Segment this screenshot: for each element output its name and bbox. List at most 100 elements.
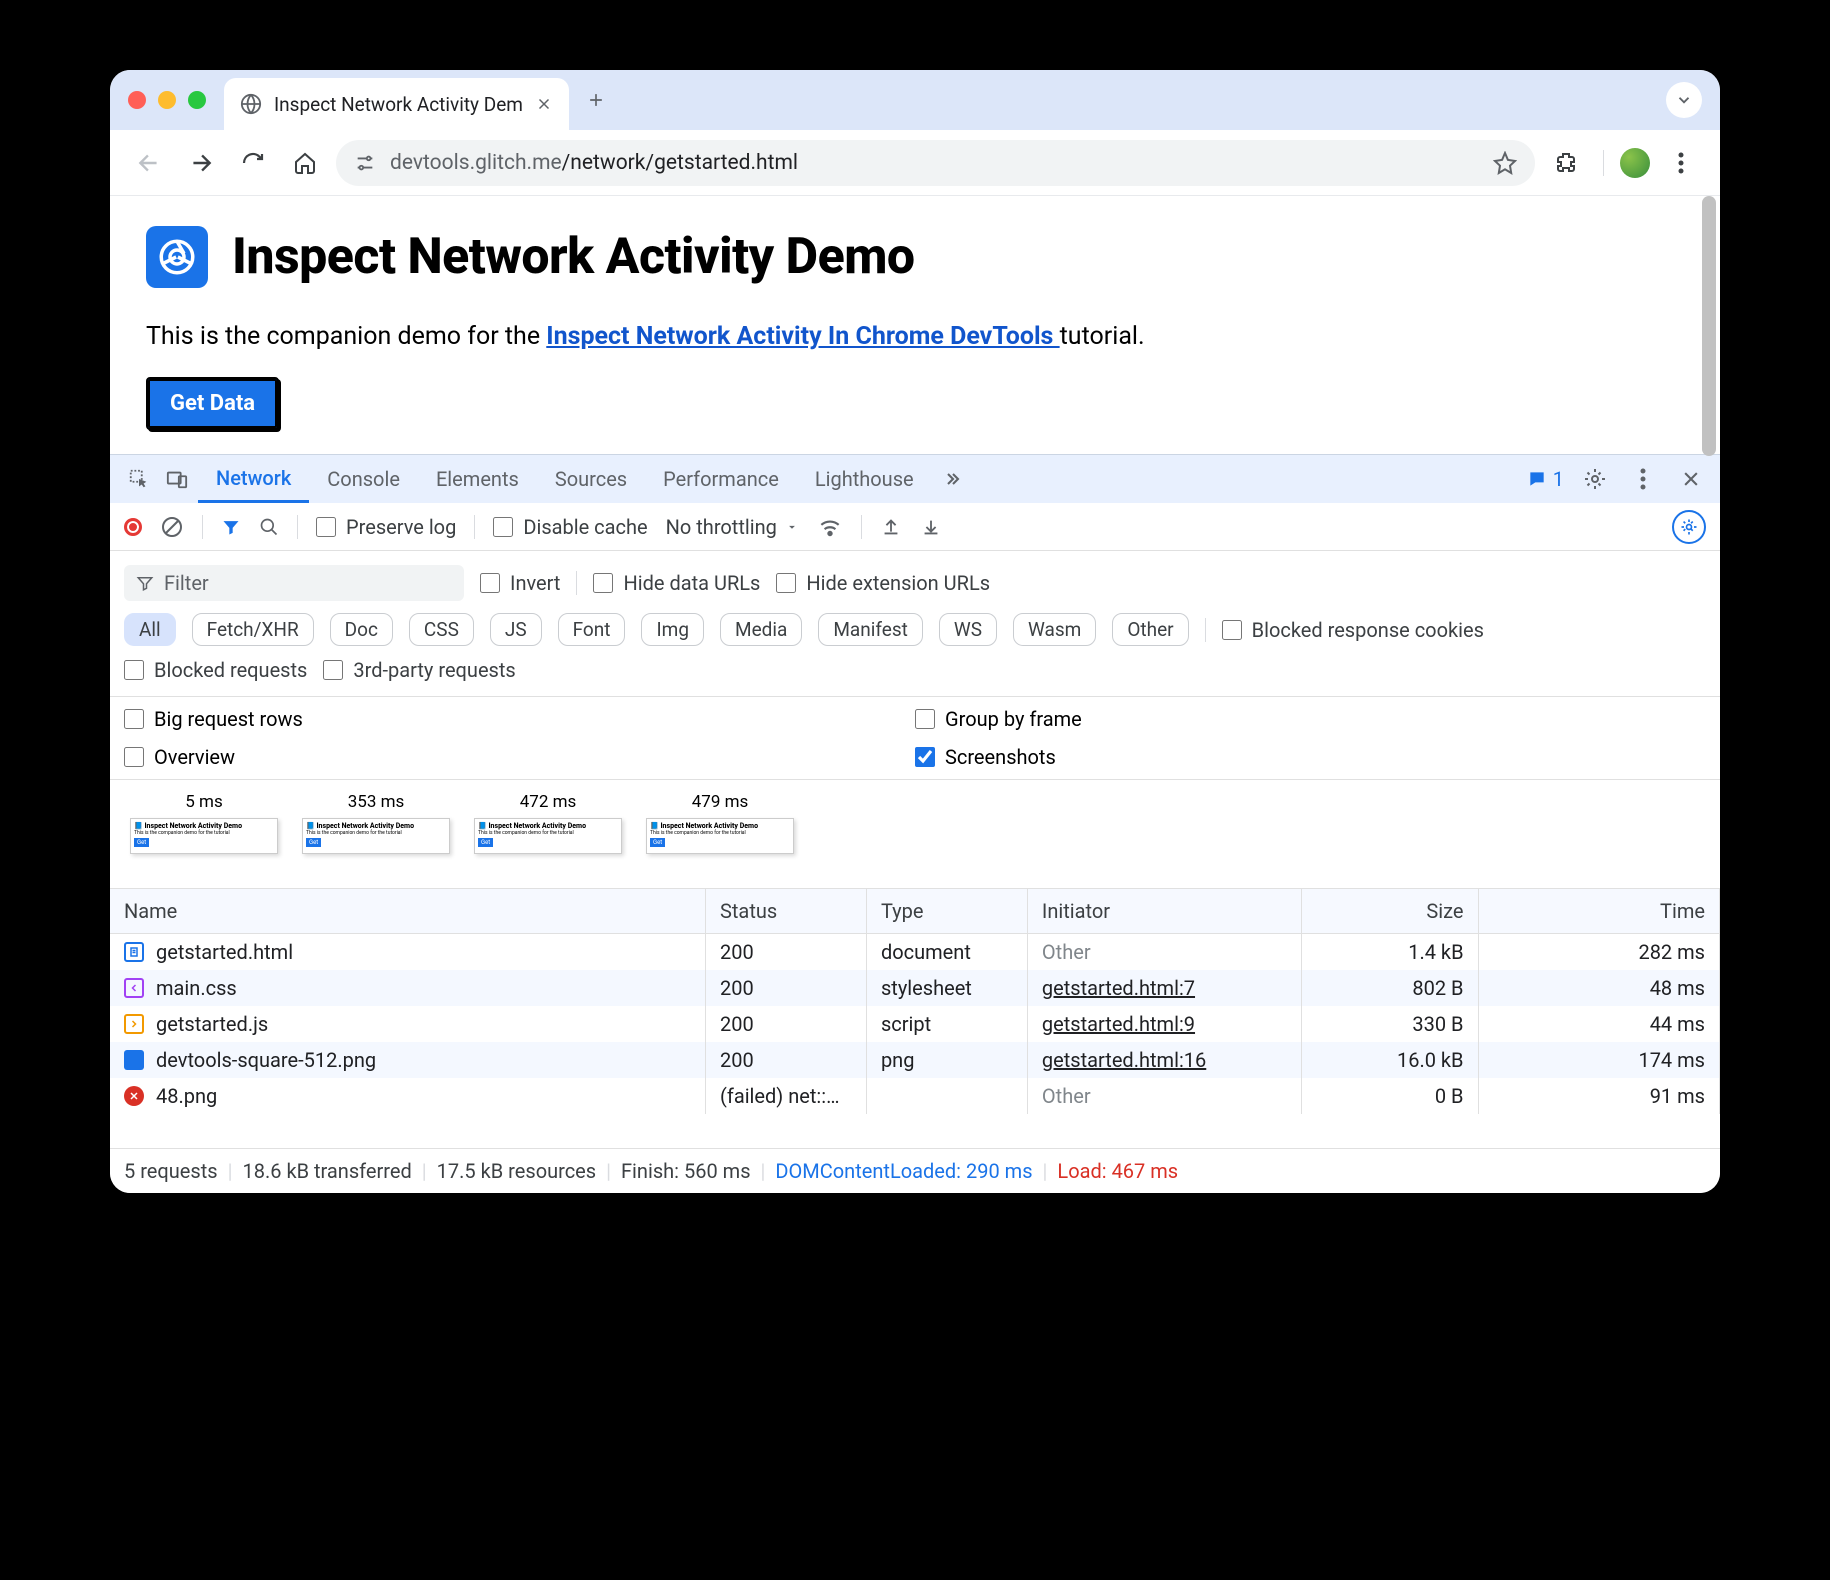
network-conditions-icon[interactable] bbox=[817, 514, 843, 540]
issues-button[interactable]: 1 bbox=[1527, 467, 1564, 491]
request-row[interactable]: main.css200stylesheetgetstarted.html:780… bbox=[110, 970, 1720, 1006]
devtools-menu-icon[interactable] bbox=[1626, 462, 1660, 496]
devtools-tabbar: NetworkConsoleElementsSourcesPerformance… bbox=[110, 455, 1720, 503]
blocked-cookies-checkbox[interactable]: Blocked response cookies bbox=[1222, 618, 1484, 642]
devtools-tab-network[interactable]: Network bbox=[198, 455, 309, 503]
filter-chip-media[interactable]: Media bbox=[720, 613, 802, 646]
tab-search-button[interactable] bbox=[1666, 82, 1702, 118]
network-table: NameStatusTypeInitiatorSizeTime getstart… bbox=[110, 889, 1720, 1148]
chrome-menu-button[interactable] bbox=[1660, 142, 1702, 184]
tab-title: Inspect Network Activity Dem bbox=[274, 93, 523, 116]
screenshot-thumbnail[interactable]: 353 ms📘 Inspect Network Activity DemoThi… bbox=[302, 792, 450, 854]
extensions-button[interactable] bbox=[1545, 142, 1587, 184]
page-description: This is the companion demo for the Inspe… bbox=[146, 322, 1684, 351]
more-tabs-icon[interactable] bbox=[936, 462, 970, 496]
inspect-element-icon[interactable] bbox=[122, 462, 156, 496]
filter-chip-wasm[interactable]: Wasm bbox=[1013, 613, 1096, 646]
big-rows-checkbox[interactable]: Big request rows bbox=[124, 707, 915, 731]
request-row[interactable]: devtools-square-512.png200pnggetstarted.… bbox=[110, 1042, 1720, 1078]
screenshot-thumbnail[interactable]: 472 ms📘 Inspect Network Activity DemoThi… bbox=[474, 792, 622, 854]
forward-button[interactable] bbox=[180, 142, 222, 184]
close-window-button[interactable] bbox=[128, 91, 146, 109]
hide-extension-urls-checkbox[interactable]: Hide extension URLs bbox=[776, 571, 990, 595]
home-button[interactable] bbox=[284, 142, 326, 184]
screenshots-strip: 5 ms📘 Inspect Network Activity DemoThis … bbox=[110, 780, 1720, 889]
new-tab-button[interactable] bbox=[583, 87, 609, 113]
url-text: devtools.glitch.me/network/getstarted.ht… bbox=[390, 151, 798, 175]
device-mode-icon[interactable] bbox=[160, 462, 194, 496]
filter-chip-fetchxhr[interactable]: Fetch/XHR bbox=[192, 613, 314, 646]
settings-icon[interactable] bbox=[1578, 462, 1612, 496]
filter-chip-ws[interactable]: WS bbox=[939, 613, 997, 646]
filter-icon[interactable] bbox=[221, 517, 241, 537]
request-row[interactable]: 48.png(failed) net::…Other0 B91 ms bbox=[110, 1078, 1720, 1114]
filter-chip-manifest[interactable]: Manifest bbox=[818, 613, 923, 646]
desc-text-after: tutorial. bbox=[1060, 322, 1145, 351]
export-har-icon[interactable] bbox=[880, 516, 902, 538]
page-content: Inspect Network Activity Demo This is th… bbox=[110, 196, 1720, 454]
maximize-window-button[interactable] bbox=[188, 91, 206, 109]
invert-checkbox[interactable]: Invert bbox=[480, 571, 560, 595]
disable-cache-checkbox[interactable]: Disable cache bbox=[493, 515, 647, 539]
request-row[interactable]: getstarted.js200scriptgetstarted.html:93… bbox=[110, 1006, 1720, 1042]
screenshot-thumbnail[interactable]: 479 ms📘 Inspect Network Activity DemoThi… bbox=[646, 792, 794, 854]
throttling-select[interactable]: No throttling bbox=[666, 515, 799, 539]
address-bar[interactable]: devtools.glitch.me/network/getstarted.ht… bbox=[336, 140, 1535, 186]
column-type[interactable]: Type bbox=[866, 889, 1027, 934]
column-status[interactable]: Status bbox=[706, 889, 867, 934]
globe-icon bbox=[240, 93, 262, 115]
close-devtools-icon[interactable] bbox=[1674, 462, 1708, 496]
network-settings-icon[interactable] bbox=[1672, 510, 1706, 544]
back-button[interactable] bbox=[128, 142, 170, 184]
hide-data-urls-checkbox[interactable]: Hide data URLs bbox=[593, 571, 760, 595]
network-options-row: Big request rows Overview Group by frame… bbox=[110, 697, 1720, 780]
browser-window: Inspect Network Activity Dem devtools.gl… bbox=[110, 70, 1720, 1193]
reload-button[interactable] bbox=[232, 142, 274, 184]
clear-button[interactable] bbox=[160, 515, 184, 539]
import-har-icon[interactable] bbox=[920, 516, 942, 538]
devtools-tab-console[interactable]: Console bbox=[309, 455, 418, 503]
bookmark-icon[interactable] bbox=[1493, 151, 1517, 175]
separator bbox=[297, 515, 298, 539]
filter-chip-js[interactable]: JS bbox=[490, 613, 542, 646]
group-by-frame-checkbox[interactable]: Group by frame bbox=[915, 707, 1706, 731]
request-row[interactable]: getstarted.html200documentOther1.4 kB282… bbox=[110, 934, 1720, 971]
column-name[interactable]: Name bbox=[110, 889, 706, 934]
filter-chip-other[interactable]: Other bbox=[1112, 613, 1188, 646]
search-icon[interactable] bbox=[259, 517, 279, 537]
preserve-log-checkbox[interactable]: Preserve log bbox=[316, 515, 456, 539]
titlebar: Inspect Network Activity Dem bbox=[110, 70, 1720, 130]
minimize-window-button[interactable] bbox=[158, 91, 176, 109]
status-load: Load: 467 ms bbox=[1057, 1159, 1178, 1183]
screenshots-checkbox[interactable]: Screenshots bbox=[915, 745, 1706, 769]
filter-chip-css[interactable]: CSS bbox=[409, 613, 474, 646]
devtools-tab-elements[interactable]: Elements bbox=[418, 455, 537, 503]
filter-input[interactable]: Filter bbox=[124, 565, 464, 601]
tutorial-link[interactable]: Inspect Network Activity In Chrome DevTo… bbox=[546, 322, 1059, 351]
devtools-tab-performance[interactable]: Performance bbox=[645, 455, 797, 503]
filter-chip-doc[interactable]: Doc bbox=[330, 613, 393, 646]
devtools-tab-sources[interactable]: Sources bbox=[537, 455, 645, 503]
content-scrollbar[interactable] bbox=[1702, 196, 1716, 456]
profile-avatar[interactable] bbox=[1620, 148, 1650, 178]
record-button[interactable] bbox=[124, 518, 142, 536]
screenshot-thumbnail[interactable]: 5 ms📘 Inspect Network Activity DemoThis … bbox=[130, 792, 278, 854]
status-transferred: 18.6 kB transferred bbox=[242, 1159, 411, 1183]
blocked-requests-checkbox[interactable]: Blocked requests bbox=[124, 658, 307, 682]
column-time[interactable]: Time bbox=[1478, 889, 1719, 934]
third-party-checkbox[interactable]: 3rd-party requests bbox=[323, 658, 515, 682]
filter-chip-font[interactable]: Font bbox=[558, 613, 626, 646]
get-data-button[interactable]: Get Data bbox=[146, 377, 279, 430]
window-controls bbox=[128, 91, 224, 109]
status-requests: 5 requests bbox=[124, 1159, 218, 1183]
column-size[interactable]: Size bbox=[1301, 889, 1478, 934]
network-toolbar: Preserve log Disable cache No throttling bbox=[110, 503, 1720, 551]
site-info-icon[interactable] bbox=[354, 152, 376, 174]
overview-checkbox[interactable]: Overview bbox=[124, 745, 915, 769]
close-tab-icon[interactable] bbox=[535, 95, 553, 113]
browser-tab[interactable]: Inspect Network Activity Dem bbox=[224, 78, 569, 130]
column-initiator[interactable]: Initiator bbox=[1027, 889, 1301, 934]
devtools-tab-lighthouse[interactable]: Lighthouse bbox=[797, 455, 932, 503]
filter-chip-img[interactable]: Img bbox=[641, 613, 704, 646]
filter-chip-all[interactable]: All bbox=[124, 613, 176, 646]
